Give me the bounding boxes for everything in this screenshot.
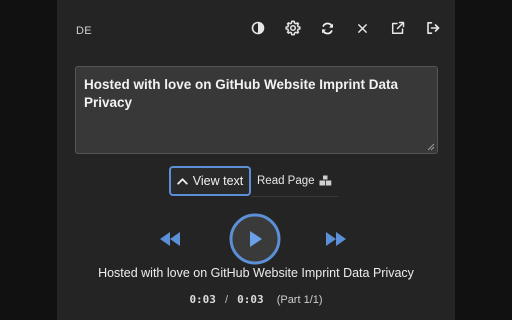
- rewind-button[interactable]: [157, 229, 183, 249]
- fast-forward-button[interactable]: [323, 229, 349, 249]
- rewind-icon: [160, 232, 180, 246]
- close-button[interactable]: [345, 17, 380, 39]
- fast-forward-icon: [326, 232, 346, 246]
- toolbar: [240, 17, 450, 39]
- read-page-button[interactable]: Read Page: [251, 166, 338, 197]
- gear-icon: [284, 20, 301, 36]
- text-input-value: Hosted with love on GitHub Website Impri…: [84, 77, 399, 110]
- playback-time: 0:03 / 0:03 (Part 1/1): [57, 293, 455, 306]
- sign-out-button[interactable]: [415, 17, 450, 39]
- total-time: 0:03: [237, 293, 264, 306]
- refresh-icon: [322, 22, 333, 34]
- play-button[interactable]: [229, 213, 281, 265]
- read-page-label: Read Page: [257, 174, 315, 187]
- part-indicator: (Part 1/1): [276, 294, 323, 306]
- current-time: 0:03: [189, 293, 216, 306]
- close-icon: [358, 23, 367, 33]
- view-text-button[interactable]: View text: [169, 166, 251, 196]
- refresh-button[interactable]: [310, 17, 345, 39]
- language-label[interactable]: DE: [76, 25, 92, 37]
- view-text-label: View text: [192, 174, 244, 188]
- reader-panel: DE Hosted with love on GitHub Website Im…: [57, 0, 455, 320]
- play-icon: [229, 213, 281, 265]
- boxes-icon: [319, 175, 331, 186]
- logout-icon: [426, 22, 439, 34]
- contrast-toggle-button[interactable]: [240, 17, 275, 39]
- chevron-up-icon: [177, 178, 188, 185]
- time-separator: /: [225, 294, 229, 306]
- view-toggle-row: View text Read Page: [169, 166, 338, 197]
- contrast-icon: [251, 21, 264, 35]
- settings-button[interactable]: [275, 17, 310, 39]
- playback-controls: [57, 213, 455, 265]
- current-sentence-caption: Hosted with love on GitHub Website Impri…: [98, 266, 414, 280]
- open-external-button[interactable]: [380, 17, 415, 39]
- external-link-icon: [391, 21, 404, 35]
- resize-handle-icon[interactable]: [427, 143, 435, 151]
- text-input-area[interactable]: Hosted with love on GitHub Website Impri…: [75, 66, 438, 154]
